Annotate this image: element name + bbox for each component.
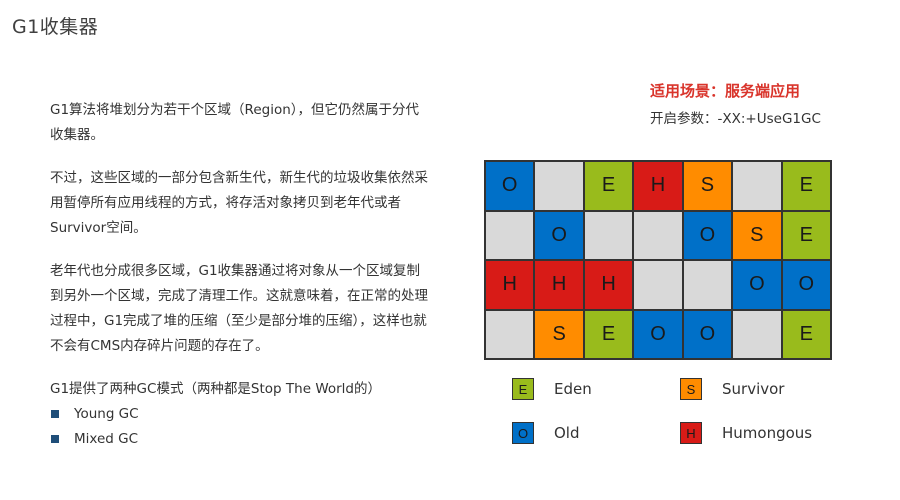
legend-item-survivor: S Survivor	[680, 378, 784, 400]
region-cell-o: O	[781, 260, 831, 310]
description-text: G1算法将堆划分为若干个区域（Region），但它仍然属于分代收集器。 不过，这…	[50, 98, 430, 452]
legend-swatch: E	[512, 378, 534, 400]
legend-item-eden: E Eden	[512, 378, 592, 400]
region-cell-h: H	[485, 260, 535, 310]
region-cell-o: O	[732, 260, 782, 310]
page-title: G1收集器	[12, 16, 99, 38]
region-cell-o: O	[485, 161, 535, 211]
legend-label: Survivor	[722, 380, 785, 398]
square-bullet-icon	[51, 435, 59, 443]
region-cell-s: S	[732, 210, 782, 260]
region-cell-o: O	[633, 309, 683, 359]
region-cell-h: H	[534, 260, 584, 310]
list-item: Young GC	[50, 402, 430, 427]
legend-label: Old	[554, 424, 580, 442]
region-cell-empty	[732, 161, 782, 211]
legend-swatch: S	[680, 378, 702, 400]
region-cell-e: E	[583, 309, 634, 359]
region-cell-h: H	[583, 260, 634, 310]
region-cell-h: H	[633, 161, 683, 211]
region-cell-empty	[633, 260, 683, 310]
region-cell-empty	[534, 161, 584, 211]
paragraph-region: G1算法将堆划分为若干个区域（Region），但它仍然属于分代收集器。	[50, 102, 420, 143]
region-cell-o: O	[682, 210, 733, 260]
legend-label: Humongous	[722, 424, 813, 442]
region-cell-empty	[732, 309, 782, 359]
square-bullet-icon	[51, 410, 59, 418]
region-legend: E Eden S Survivor O Old H Humongous	[512, 378, 842, 458]
gc-mode-label: Mixed GC	[74, 431, 139, 447]
legend-item-old: O Old	[512, 422, 580, 444]
region-cell-empty	[583, 210, 634, 260]
usage-scenario: 适用场景：服务端应用	[650, 82, 801, 100]
gc-modes-list: Young GC Mixed GC	[50, 402, 430, 452]
paragraph-old: 老年代也分成很多区域，G1收集器通过将对象从一个区域复制到另外一个区域，完成了清…	[50, 263, 428, 354]
enable-parameter: 开启参数：-XX:+UseG1GC	[650, 111, 821, 127]
region-cell-empty	[485, 309, 535, 359]
region-cell-empty	[633, 210, 683, 260]
region-cell-o: O	[534, 210, 584, 260]
region-cell-empty	[485, 210, 535, 260]
region-cell-e: E	[781, 161, 831, 211]
region-cell-o: O	[682, 309, 733, 359]
gc-mode-label: Young GC	[74, 406, 139, 422]
paragraph-young: 不过，这些区域的一部分包含新生代，新生代的垃圾收集依然采用暂停所有应用线程的方式…	[50, 170, 428, 236]
region-cell-empty	[682, 260, 733, 310]
legend-swatch: H	[680, 422, 702, 444]
region-cell-s: S	[534, 309, 584, 359]
gc-modes-intro: G1提供了两种GC模式（两种都是Stop The World的）	[50, 381, 382, 397]
heap-region-grid: OEHSEOOSEHHHOOSEOOE	[484, 160, 832, 360]
region-cell-e: E	[781, 210, 831, 260]
region-cell-s: S	[682, 161, 733, 211]
region-cell-e: E	[583, 161, 634, 211]
list-item: Mixed GC	[50, 427, 430, 452]
legend-swatch: O	[512, 422, 534, 444]
region-cell-e: E	[781, 309, 831, 359]
legend-item-humongous: H Humongous	[680, 422, 812, 444]
legend-label: Eden	[554, 380, 592, 398]
